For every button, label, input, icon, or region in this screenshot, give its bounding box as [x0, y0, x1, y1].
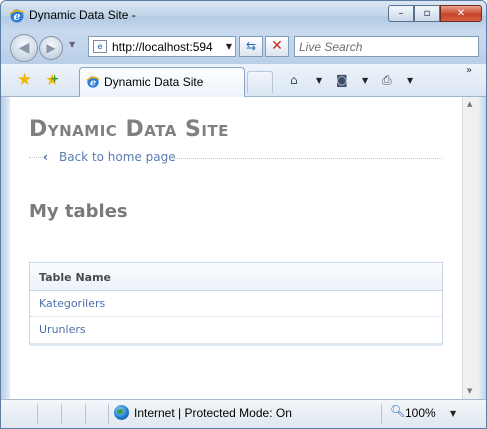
tab-dynamic-data-site[interactable]: e Dynamic Data Site: [79, 67, 245, 97]
close-button[interactable]: ✕: [440, 5, 482, 22]
title-bar[interactable]: e Dynamic Data Site - – ▫ ✕: [1, 1, 486, 31]
print-dropdown-icon[interactable]: ▼: [407, 76, 413, 85]
stop-icon: ✕: [271, 38, 283, 54]
print-icon[interactable]: ⎙: [382, 73, 392, 88]
table-link-kategorilers[interactable]: Kategorilers: [39, 297, 105, 310]
add-favorites-icon[interactable]: ★ +: [45, 70, 59, 89]
navigation-bar: ◀ ▶ ▼ e http://localhost:594 ▼ ⇆ ✕: [1, 31, 486, 64]
back-button[interactable]: ◀: [10, 34, 38, 62]
column-header-table-name: Table Name: [39, 271, 111, 284]
vertical-scrollbar[interactable]: ▲ ▼: [462, 97, 479, 399]
tables-grid: Table Name Kategorilers Urunlers: [29, 262, 443, 346]
grid-header: Table Name: [30, 263, 442, 291]
chevron-left-icon: ‹: [43, 150, 48, 164]
refresh-icon: ⇆: [245, 39, 257, 53]
status-divider: [37, 404, 38, 424]
svg-text:e: e: [90, 78, 96, 89]
browser-window: e Dynamic Data Site - – ▫ ✕ ◀ ▶ ▼ e http…: [0, 0, 487, 429]
refresh-button[interactable]: ⇆: [239, 36, 263, 57]
forward-button[interactable]: ▶: [39, 36, 63, 60]
forward-icon: ▶: [46, 41, 56, 55]
home-dropdown-icon[interactable]: ▼: [316, 76, 322, 85]
page-content: Dynamic Data Site ‹ Back to home page My…: [10, 97, 462, 399]
zoom-level[interactable]: 100%: [405, 406, 436, 420]
status-divider: [61, 404, 62, 424]
address-bar[interactable]: e http://localhost:594 ▼: [88, 36, 236, 57]
home-icon[interactable]: ⌂: [290, 73, 298, 87]
security-zone[interactable]: Internet | Protected Mode: On: [134, 406, 292, 420]
table-row: Urunlers: [30, 317, 442, 343]
tab-label: Dynamic Data Site: [104, 75, 204, 89]
feeds-dropdown-icon[interactable]: ▼: [362, 76, 368, 85]
zoom-dropdown-icon[interactable]: ▼: [450, 409, 456, 418]
back-to-home-link[interactable]: Back to home page: [59, 150, 181, 164]
scroll-down-icon[interactable]: ▼: [467, 387, 472, 395]
status-bar: Internet | Protected Mode: On 🔍︎ 100% ▼: [1, 399, 486, 428]
history-dropdown-icon[interactable]: ▼: [69, 40, 75, 49]
status-divider: [85, 404, 86, 424]
feeds-icon[interactable]: ◙: [336, 73, 348, 87]
page-heading: My tables: [29, 201, 128, 222]
status-divider: [381, 404, 382, 424]
breadcrumb-divider: [29, 157, 43, 158]
new-tab-button[interactable]: [247, 71, 273, 93]
table-row: Kategorilers: [30, 291, 442, 317]
window-title: Dynamic Data Site -: [29, 8, 136, 22]
frame-right: [479, 97, 486, 399]
status-divider: [108, 404, 109, 424]
address-dropdown-icon[interactable]: ▼: [226, 42, 232, 51]
maximize-button[interactable]: ▫: [414, 5, 440, 22]
breadcrumb: ‹ Back to home page: [29, 150, 442, 166]
search-box[interactable]: [294, 36, 479, 57]
scroll-up-icon[interactable]: ▲: [467, 100, 472, 108]
frame-left: [1, 97, 10, 399]
address-field[interactable]: http://localhost:594: [112, 40, 222, 54]
minimize-button[interactable]: –: [388, 5, 414, 22]
search-input[interactable]: [299, 40, 449, 54]
zoom-icon[interactable]: 🔍︎: [390, 404, 405, 418]
back-icon: ◀: [18, 40, 30, 56]
tab-bar: ★ ★ + e Dynamic Data Site ⌂ ▼ ◙ ▼ ⎙ ▼ »: [1, 64, 486, 97]
favorites-star-icon[interactable]: ★: [17, 70, 32, 90]
window-controls: – ▫ ✕: [388, 5, 482, 22]
ie-icon: e: [9, 9, 25, 23]
site-title: Dynamic Data Site: [29, 117, 229, 142]
more-commands-icon[interactable]: »: [466, 65, 472, 76]
globe-icon: [114, 405, 129, 420]
ie-icon: e: [86, 76, 100, 89]
page-icon: e: [93, 40, 107, 53]
table-link-urunlers[interactable]: Urunlers: [39, 323, 86, 336]
stop-button[interactable]: ✕: [265, 36, 289, 57]
